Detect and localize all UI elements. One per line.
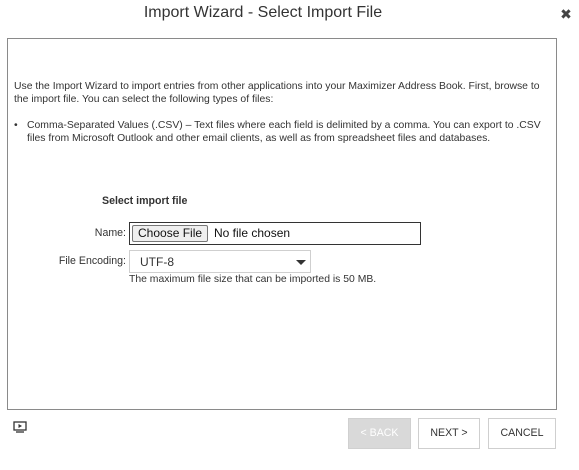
intro-text: Use the Import Wizard to import entries … [14, 81, 540, 105]
file-input[interactable]: Choose File No file chosen [129, 222, 421, 245]
bullet-icon: • [14, 120, 18, 131]
choose-file-button[interactable]: Choose File [132, 225, 209, 242]
close-icon[interactable]: ✖ [560, 7, 572, 21]
section-heading-select-import-file: Select import file [102, 195, 188, 207]
file-encoding-select[interactable]: UTF-8 [129, 250, 311, 273]
bullet-text-csv: Comma-Separated Values (.CSV) – Text fil… [27, 120, 541, 144]
chevron-down-icon [296, 260, 306, 265]
file-encoding-value: UTF-8 [140, 255, 174, 269]
no-file-chosen-text: No file chosen [214, 226, 291, 240]
help-video-icon[interactable] [13, 421, 27, 433]
back-button[interactable]: < BACK [348, 418, 411, 449]
wizard-content-panel: Use the Import Wizard to import entries … [7, 38, 557, 410]
max-file-size-note: The maximum file size that can be import… [129, 274, 377, 285]
title-bar: Import Wizard - Select Import File ✖ [0, 0, 579, 30]
name-label: Name: [94, 227, 126, 239]
next-button[interactable]: NEXT > [418, 418, 480, 449]
file-encoding-label: File Encoding: [58, 255, 126, 267]
import-wizard-dialog: Import Wizard - Select Import File ✖ Use… [0, 0, 579, 470]
dialog-title: Import Wizard - Select Import File [143, 4, 383, 21]
cancel-button[interactable]: CANCEL [488, 418, 556, 449]
